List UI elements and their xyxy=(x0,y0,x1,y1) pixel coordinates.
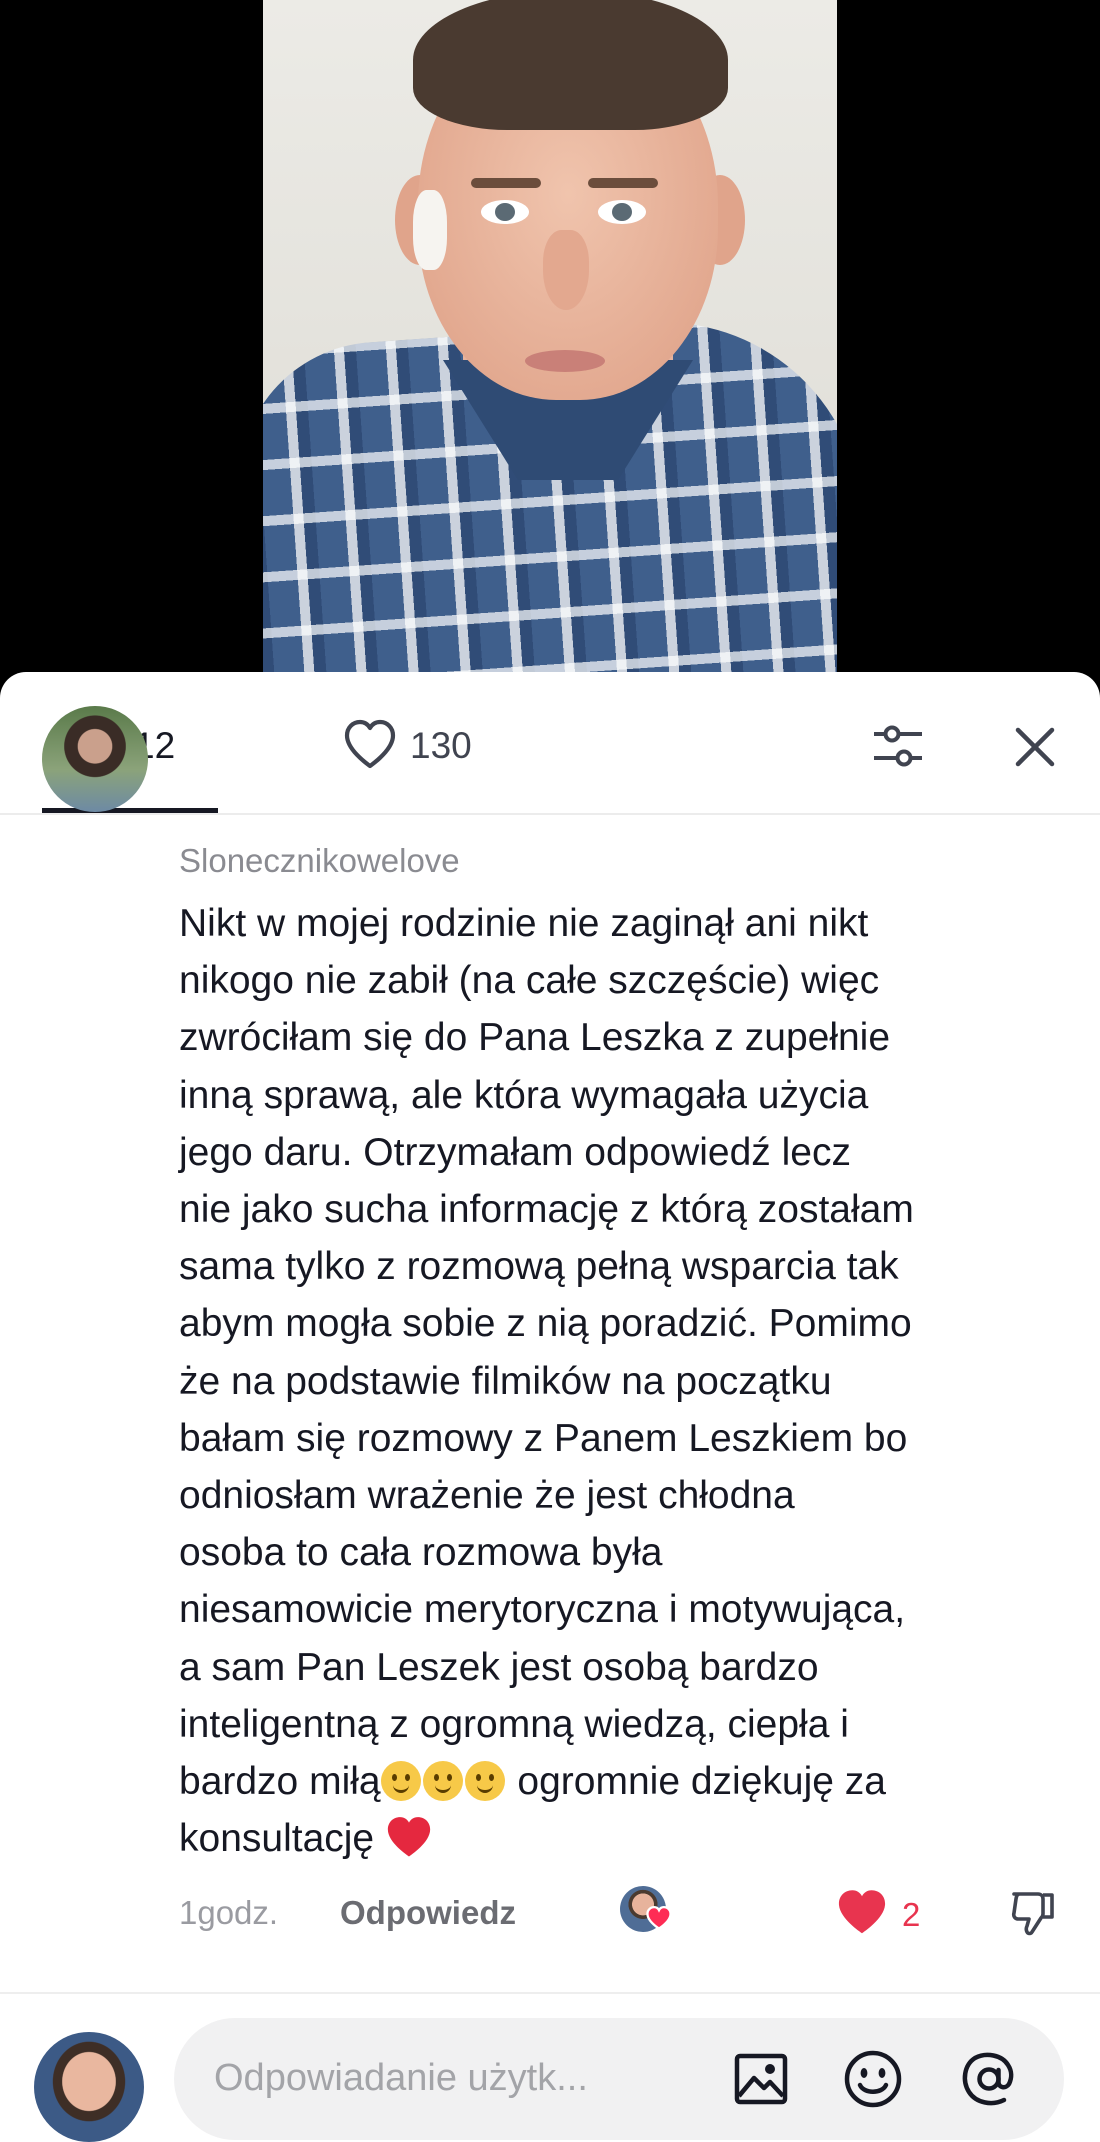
tab-likes[interactable]: 130 xyxy=(342,716,472,776)
slight-smile-emoji-icon xyxy=(422,1761,463,1802)
heart-outline-icon xyxy=(342,718,398,775)
comment-line: abym mogła sobie z nią poradzić. Pomimo xyxy=(179,1302,912,1346)
comment-line: a sam Pan Leszek jest osobą bardzo xyxy=(179,1645,819,1689)
comment-line: bałam się rozmowy z Panem Leszkiem bo xyxy=(179,1416,908,1460)
comment-text: Nikt w mojej rodzinie nie zaginął ani ni… xyxy=(179,895,1079,1867)
comment-line: konsultację xyxy=(179,1810,1079,1867)
comment-line: niesamowicie merytoryczna i motywująca, xyxy=(179,1588,906,1632)
video-frame[interactable] xyxy=(263,0,837,700)
video-person-eye xyxy=(598,200,646,224)
emoji-icon[interactable] xyxy=(842,2048,904,2110)
video-person-eye xyxy=(481,200,529,224)
comment-line: inną sprawą, ale która wymagała użycia xyxy=(179,1073,869,1117)
comment-line: jego daru. Otrzymałam odpowiedź lecz xyxy=(179,1130,851,1174)
slight-smile-emoji-icon xyxy=(380,1761,421,1802)
filter-button[interactable] xyxy=(868,718,928,778)
comment-line-part: bardzo miłą xyxy=(179,1760,381,1804)
video-person-brow xyxy=(471,178,541,188)
comment-timestamp: 1godz. xyxy=(179,1894,279,1931)
video-player[interactable] xyxy=(0,0,1100,700)
close-icon xyxy=(1013,725,1057,774)
reply-input[interactable] xyxy=(214,2048,674,2108)
comment-like-button[interactable]: 2 xyxy=(836,1888,920,1941)
comment-line: osoba to cała rozmowa była xyxy=(179,1531,663,1575)
heart-filled-icon xyxy=(836,1888,888,1941)
comment-like-count: 2 xyxy=(902,1895,921,1933)
close-button[interactable] xyxy=(1006,720,1064,778)
video-person-brow xyxy=(588,178,658,188)
video-person-hair xyxy=(413,0,728,130)
red-heart-emoji-icon xyxy=(385,1817,433,1860)
video-person-nose xyxy=(543,230,589,310)
comment-line: zwróciłam się do Pana Leszka z zupełnie xyxy=(179,1016,891,1060)
video-person-bandage xyxy=(413,190,447,270)
creator-heart-icon xyxy=(646,1905,672,1935)
comment-line: odniosłam wrażenie że jest chłodna xyxy=(179,1474,795,1518)
sheet-tabs: 12 130 xyxy=(0,672,1100,815)
likes-count: 130 xyxy=(410,725,472,766)
sliders-icon xyxy=(870,718,926,779)
tabs-divider xyxy=(0,813,1100,815)
comment-username[interactable]: Slonecznikowelove xyxy=(179,842,460,880)
my-avatar xyxy=(34,2032,144,2142)
comment-line-part: konsultację xyxy=(179,1817,375,1861)
reply-input-box[interactable] xyxy=(174,2018,1064,2140)
thumbs-down-icon xyxy=(1008,1892,1060,1942)
comment-line: Nikt w mojej rodzinie nie zaginął ani ni… xyxy=(179,902,869,945)
commenter-avatar[interactable] xyxy=(42,706,148,812)
video-person-mouth xyxy=(525,350,605,372)
comment-line: nie jako sucha informację z którą został… xyxy=(179,1188,914,1232)
comment-line: inteligentną z ogromną wiedzą, ciepła i xyxy=(179,1702,849,1746)
comment-line: sama tylko z rozmową pełną wsparcia tak xyxy=(179,1245,899,1289)
comment-line: że na podstawie filmików na początku xyxy=(179,1359,832,1403)
comment-line: bardzo miłą ogromnie dziękuję za xyxy=(179,1753,1079,1810)
mention-at-icon[interactable] xyxy=(958,2048,1020,2110)
slight-smile-emoji-icon xyxy=(464,1761,505,1802)
image-icon[interactable] xyxy=(730,2048,792,2110)
comment-line: nikogo nie zabił (na całe szczęście) wię… xyxy=(179,959,880,1003)
dislike-button[interactable] xyxy=(1008,1886,1060,1943)
comment-line-part: ogromnie dziękuję za xyxy=(506,1760,886,1804)
reply-button[interactable]: Odpowiedz xyxy=(340,1888,516,1938)
